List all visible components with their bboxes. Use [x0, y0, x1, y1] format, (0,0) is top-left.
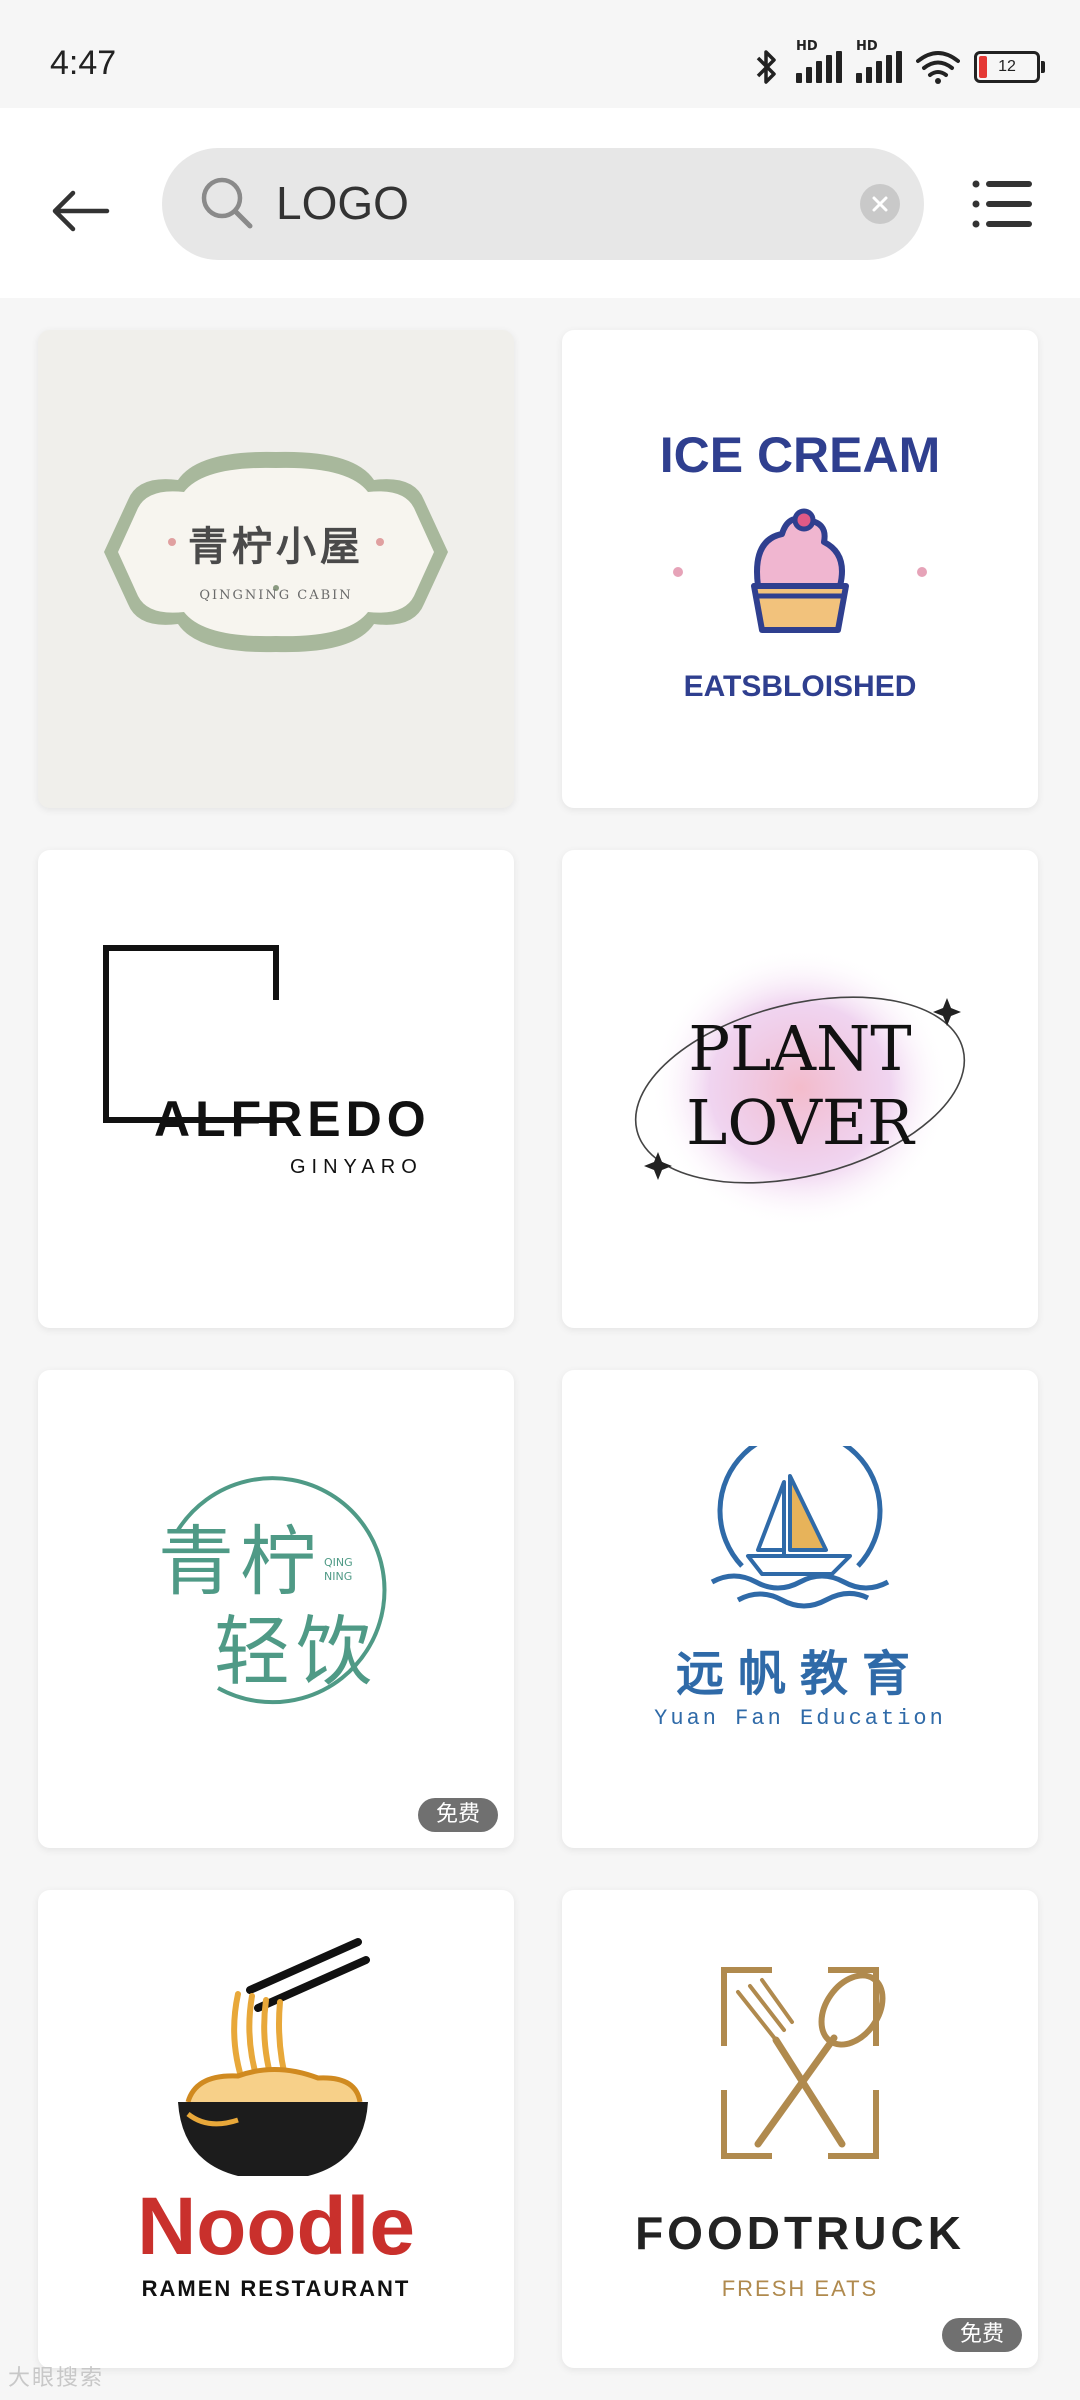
logo-title: FOODTRUCK: [635, 2207, 965, 2259]
logo-card-plant-lover[interactable]: PLANT LOVER: [562, 850, 1038, 1328]
logo-title: PLANT: [688, 1012, 912, 1085]
menu-button[interactable]: [966, 170, 1038, 242]
logo-subtitle: 轻饮: [214, 1607, 378, 1696]
battery-icon: 12: [974, 51, 1045, 83]
logo-title: Noodle: [137, 2181, 415, 2272]
free-badge: 免费: [417, 1798, 498, 1832]
search-icon: [198, 174, 256, 232]
arrow-left-icon: [52, 190, 110, 232]
logo-subtitle: GINYARO: [290, 1156, 423, 1178]
free-badge: 免费: [941, 2318, 1022, 2352]
search-header: LOGO: [0, 108, 1080, 298]
logo-card-yuanfan-education[interactable]: 远帆教育 Yuan Fan Education: [562, 1370, 1038, 1848]
square-frame-icon: [103, 945, 279, 1123]
logo-card-qingning-cabin[interactable]: 青柠小屋 QINGNING CABIN: [38, 330, 514, 808]
logo-title: ICE CREAM: [659, 427, 941, 483]
logo-card-alfredo[interactable]: ALFREDO GINYARO: [38, 850, 514, 1328]
logo-tag-bottom: NING: [324, 1570, 353, 1583]
ice-cream-icon: [673, 508, 927, 633]
logo-tag-top: QING: [324, 1556, 353, 1569]
signal-icon-2: HD: [856, 39, 902, 83]
wifi-icon: [916, 51, 960, 84]
status-icons: HD HD 12: [752, 39, 1045, 94]
clear-icon: [872, 196, 888, 212]
list-menu-icon: [972, 180, 1032, 228]
fork-spoon-icon: [721, 1967, 886, 2159]
logo-subtitle: Yuan Fan Education: [654, 1706, 946, 1731]
logo-card-foodtruck[interactable]: FOODTRUCK FRESH EATS 免费: [562, 1890, 1038, 2368]
logo-card-qingning-drinks[interactable]: 青柠 轻饮 QING NING 免费: [38, 1370, 514, 1848]
logo-title: ALFREDO: [154, 1091, 431, 1147]
bluetooth-icon: [756, 50, 776, 84]
back-button[interactable]: [44, 166, 116, 256]
search-input[interactable]: LOGO: [276, 172, 409, 234]
signal-icon: HD: [796, 39, 842, 83]
logo-subtitle: QINGNING CABIN: [199, 588, 353, 603]
logo-title: 青柠小屋: [188, 524, 364, 570]
logo-subtitle: FRESH EATS: [721, 2276, 879, 2301]
search-bar[interactable]: LOGO: [162, 148, 924, 260]
logo-card-noodle[interactable]: Noodle RAMEN RESTAURANT: [38, 1890, 514, 2368]
logo-subtitle: RAMEN RESTAURANT: [141, 2276, 411, 2301]
logo-template-grid: 青柠小屋 QINGNING CABIN ICE CREAM EATSBLOISH…: [0, 298, 1080, 2378]
logo-subtitle: LOVER: [686, 1086, 914, 1159]
status-bar: 4:47 HD HD 12: [0, 0, 1080, 108]
status-time: 4:47: [50, 44, 117, 82]
clear-button[interactable]: [860, 184, 900, 224]
logo-subtitle: EATSBLOISHED: [683, 670, 917, 703]
battery-level: 12: [998, 58, 1016, 75]
watermark: 大眼搜索: [8, 2366, 105, 2391]
logo-title: 远帆教育: [675, 1646, 924, 1702]
sailboat-icon: [710, 1446, 890, 1609]
logo-card-ice-cream[interactable]: ICE CREAM EATSBLOISHED: [562, 330, 1038, 808]
